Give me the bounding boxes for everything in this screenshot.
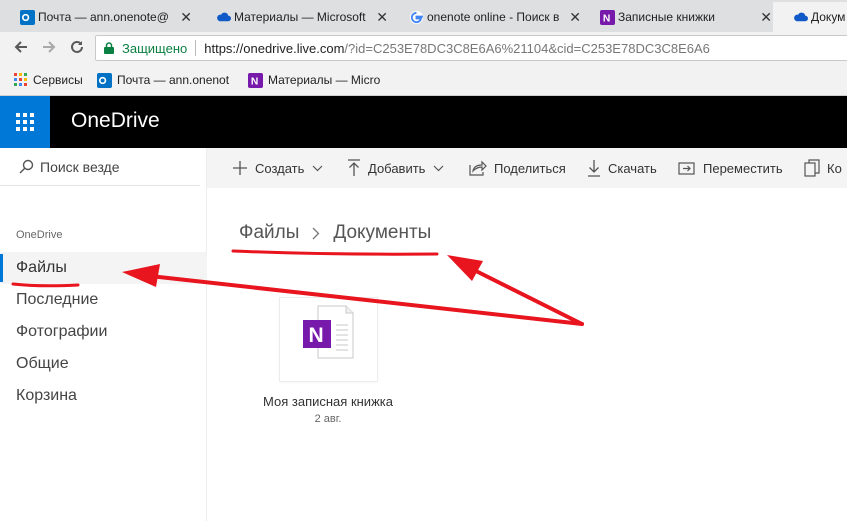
app-launcher-icon[interactable] bbox=[0, 96, 50, 148]
browser-tab-strip: Почта — ann.onenote@ ✕ Материалы — Micro… bbox=[0, 0, 847, 32]
tab-label: onenote online - Поиск в bbox=[427, 10, 560, 24]
url-host: https://onedrive.live.com bbox=[204, 40, 345, 56]
copy-to-button-label: Ко bbox=[827, 160, 842, 176]
bookmarks-bar: Сервисы Почта — ann.onenot N Материалы —… bbox=[0, 64, 847, 96]
share-button-label: Поделиться bbox=[494, 160, 566, 176]
left-navigation: Поиск везде OneDrive Файлы Последние Фот… bbox=[0, 148, 207, 521]
search-placeholder: Поиск везде bbox=[40, 158, 120, 175]
plus-icon bbox=[233, 161, 247, 175]
tab-google-search[interactable]: onenote online - Поиск в ✕ bbox=[389, 2, 589, 32]
bookmark-materials[interactable]: N Материалы — Micro bbox=[248, 71, 380, 89]
nav-item-recycle-bin[interactable]: Корзина bbox=[0, 380, 207, 412]
bookmark-services[interactable]: Сервисы bbox=[14, 71, 83, 89]
file-name[interactable]: Моя записная книжка bbox=[238, 394, 418, 409]
chevron-right-icon bbox=[312, 227, 320, 239]
arrow-head-breadcrumb-annotation bbox=[447, 255, 483, 281]
onedrive-cloud-icon bbox=[217, 12, 231, 22]
onenote-notebook-icon: N bbox=[303, 305, 354, 359]
nav-item-files[interactable]: Файлы bbox=[0, 252, 207, 284]
nav-item-photos[interactable]: Фотографии bbox=[0, 316, 207, 348]
breadcrumb-current: Документы bbox=[333, 222, 432, 243]
tab-label: Записные книжки bbox=[618, 10, 715, 24]
upload-button[interactable]: Добавить bbox=[347, 158, 444, 178]
back-arrow-icon[interactable] bbox=[11, 38, 31, 58]
secure-label: Защищено bbox=[122, 40, 188, 56]
underline-breadcrumb-annotation bbox=[231, 249, 439, 256]
search-box[interactable]: Поиск везде bbox=[0, 148, 200, 186]
onenote-icon: N bbox=[600, 10, 615, 25]
move-to-button[interactable]: Переместить bbox=[678, 158, 783, 178]
forward-arrow-icon[interactable] bbox=[39, 38, 59, 58]
url-path: /?id=C253E78DC3C8E6A6%21104&cid=C253E78D… bbox=[344, 40, 710, 56]
close-icon[interactable]: ✕ bbox=[760, 9, 772, 26]
command-bar: Создать Добавить Поделиться Скачать Пере… bbox=[207, 148, 847, 188]
download-arrow-icon bbox=[588, 160, 600, 177]
svg-text:N: N bbox=[251, 76, 258, 87]
share-button[interactable]: Поделиться bbox=[469, 158, 566, 178]
breadcrumb: Файлы Документы bbox=[239, 222, 431, 244]
nav-item-recent[interactable]: Последние bbox=[0, 284, 207, 316]
upload-button-label: Добавить bbox=[368, 160, 426, 176]
nav-section-label: OneDrive bbox=[16, 229, 63, 241]
tab-label: Материалы — Microsoft bbox=[234, 10, 366, 24]
move-to-icon bbox=[678, 162, 695, 175]
outlook-icon bbox=[20, 10, 35, 25]
tab-notebooks[interactable]: N Записные книжки ✕ bbox=[580, 2, 780, 32]
svg-text:N: N bbox=[309, 324, 324, 347]
tab-label: Докум bbox=[811, 10, 845, 24]
download-button-label: Скачать bbox=[608, 160, 657, 176]
tab-documents[interactable]: Докум bbox=[773, 2, 847, 32]
upload-arrow-icon bbox=[348, 159, 360, 176]
reload-icon[interactable] bbox=[67, 38, 87, 58]
search-icon bbox=[19, 159, 34, 174]
onedrive-cloud-icon bbox=[794, 12, 808, 22]
bookmark-mail[interactable]: Почта — ann.onenot bbox=[97, 71, 229, 89]
tab-materials[interactable]: Материалы — Microsoft ✕ bbox=[196, 2, 396, 32]
app-title[interactable]: OneDrive bbox=[71, 109, 160, 133]
close-icon[interactable]: ✕ bbox=[376, 9, 388, 26]
onenote-icon: N bbox=[248, 72, 263, 88]
move-to-button-label: Переместить bbox=[703, 160, 783, 176]
copy-icon bbox=[804, 159, 820, 177]
bookmark-label: Сервисы bbox=[33, 73, 83, 87]
apps-grid-icon bbox=[14, 73, 27, 86]
tab-label: Почта — ann.onenote@ bbox=[38, 10, 169, 24]
arrow-to-breadcrumb-annotation bbox=[470, 267, 584, 326]
nav-item-shared[interactable]: Общие bbox=[0, 348, 207, 380]
breadcrumb-root[interactable]: Файлы bbox=[239, 222, 299, 244]
tab-mail[interactable]: Почта — ann.onenote@ ✕ bbox=[0, 2, 200, 32]
close-icon[interactable]: ✕ bbox=[180, 9, 192, 26]
new-button[interactable]: Создать bbox=[232, 158, 323, 178]
chevron-down-icon bbox=[312, 165, 323, 171]
app-header: OneDrive bbox=[0, 96, 847, 148]
file-tile[interactable]: N bbox=[280, 298, 377, 381]
google-icon bbox=[409, 10, 424, 25]
address-bar[interactable]: Защищено https://onedrive.live.com/?id=C… bbox=[95, 35, 847, 61]
lock-icon bbox=[104, 42, 114, 54]
share-icon bbox=[469, 160, 487, 176]
chevron-down-icon bbox=[434, 165, 444, 171]
new-button-label: Создать bbox=[255, 160, 305, 176]
svg-text:N: N bbox=[603, 14, 610, 25]
download-button[interactable]: Скачать bbox=[587, 158, 657, 178]
browser-toolbar: Защищено https://onedrive.live.com/?id=C… bbox=[0, 32, 847, 64]
copy-to-button[interactable]: Ко bbox=[804, 158, 842, 178]
outlook-icon bbox=[97, 72, 112, 88]
file-date: 2 авг. bbox=[314, 413, 342, 425]
bookmark-label: Почта — ann.onenot bbox=[117, 73, 230, 87]
address-divider bbox=[195, 40, 197, 56]
bookmark-label: Материалы — Micro bbox=[268, 73, 381, 87]
